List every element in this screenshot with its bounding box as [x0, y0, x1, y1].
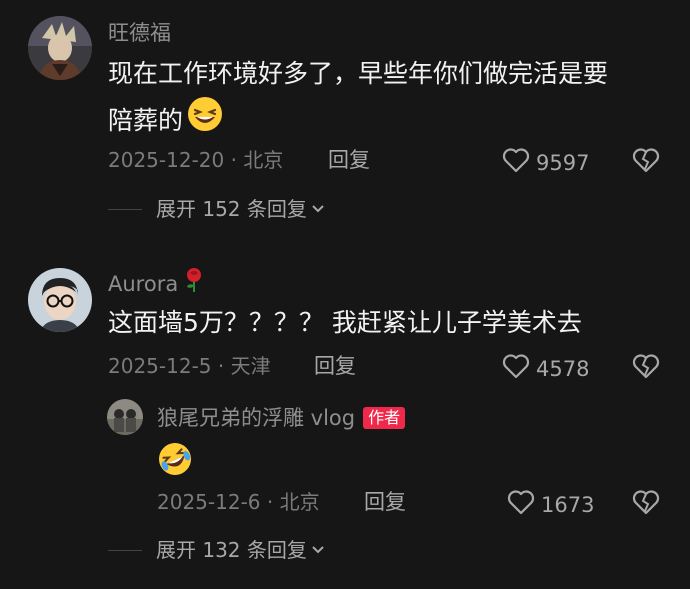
expand-replies[interactable]: 展开 152 条回复	[108, 196, 325, 222]
reply-username-text: 狼尾兄弟的浮雕 vlog	[157, 406, 356, 430]
reply-location: 北京	[279, 490, 320, 514]
like-button[interactable]: 4578	[502, 353, 589, 385]
divider-line	[108, 208, 142, 210]
chevron-down-icon	[311, 545, 325, 555]
meta-dot: ·	[260, 490, 280, 514]
expand-replies-label: 展开 132 条回复	[156, 538, 307, 562]
broken-heart-icon	[632, 354, 660, 383]
comment-username[interactable]: Aurora	[108, 267, 206, 300]
meta-dot: ·	[211, 354, 231, 378]
reply-meta: 2025-12-6 · 北京	[157, 489, 320, 515]
avatar[interactable]	[28, 268, 92, 332]
avatar[interactable]	[28, 16, 92, 80]
broken-heart-icon	[632, 490, 660, 519]
reply-button[interactable]: 回复	[364, 489, 406, 515]
comment-text-continued: 陪葬的	[108, 96, 223, 145]
comment-text-line2: 陪葬的	[108, 105, 184, 135]
dislike-button[interactable]	[632, 353, 660, 383]
avatar[interactable]	[107, 399, 143, 435]
heart-icon	[502, 353, 530, 385]
author-badge: 作者	[363, 407, 406, 429]
comment-location: 北京	[243, 148, 284, 172]
expand-replies-label: 展开 152 条回复	[156, 197, 307, 221]
heart-icon	[502, 147, 530, 179]
comment-location: 天津	[230, 354, 271, 378]
comment-username[interactable]: 旺德福	[108, 19, 171, 47]
comment-meta: 2025-12-5 · 天津	[108, 353, 271, 379]
divider-line	[108, 549, 142, 551]
chevron-down-icon	[311, 204, 325, 214]
reply-button[interactable]: 回复	[328, 147, 370, 173]
like-count: 4578	[536, 357, 590, 381]
comment-date: 2025-12-20	[108, 148, 225, 172]
heart-icon	[507, 489, 535, 521]
comment-meta: 2025-12-20 · 北京	[108, 147, 283, 173]
meta-dot: ·	[224, 148, 244, 172]
like-count: 1673	[541, 493, 595, 517]
like-button[interactable]: 1673	[507, 489, 594, 521]
grinning-squint-face-icon	[187, 96, 223, 145]
reply-username[interactable]: 狼尾兄弟的浮雕 vlog 作者	[157, 404, 406, 432]
rose-icon	[182, 267, 206, 300]
dislike-button[interactable]	[632, 489, 660, 519]
like-button[interactable]: 9597	[502, 147, 589, 179]
comment-text: 现在工作环境好多了，早些年你们做完活是要	[108, 59, 609, 88]
comment-date: 2025-12-5	[108, 354, 212, 378]
reply-button[interactable]: 回复	[314, 353, 356, 379]
comment-text: 这面墙5万？？？？ 我赶紧让儿子学美术去	[108, 308, 582, 337]
rolling-on-floor-laughing-icon	[157, 441, 193, 481]
expand-replies[interactable]: 展开 132 条回复	[108, 537, 325, 563]
dislike-button[interactable]	[632, 147, 660, 177]
broken-heart-icon	[632, 148, 660, 177]
username-text: Aurora	[108, 271, 179, 296]
reply-date: 2025-12-6	[157, 490, 261, 514]
like-count: 9597	[536, 151, 590, 175]
